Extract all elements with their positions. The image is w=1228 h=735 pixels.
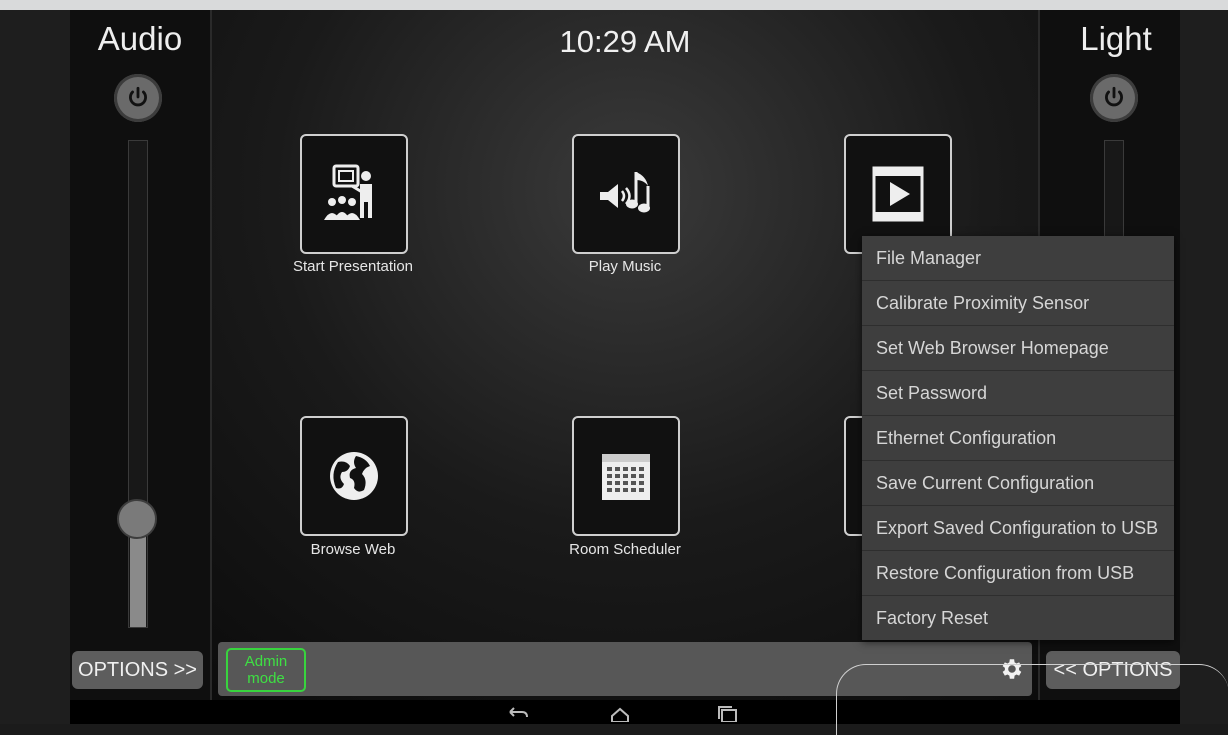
admin-mode-badge[interactable]: Admin mode [226,648,306,692]
left-bezel [0,10,70,724]
play-music-label: Play Music [588,258,662,275]
audio-volume-knob[interactable] [117,499,157,539]
play-music-button[interactable] [572,134,680,254]
globe-icon [330,452,378,500]
browse-web-label: Browse Web [310,541,396,558]
calendar-icon [602,454,650,500]
menu-item-set-password[interactable]: Set Password [862,371,1174,416]
left-options-button[interactable]: OPTIONS >> [72,651,203,689]
menu-item-save-current-configuration[interactable]: Save Current Configuration [862,461,1174,506]
start-presentation-label: Start Presentation [292,258,414,275]
options-menu: File Manager Calibrate Proximity Sensor … [862,236,1174,640]
room-scheduler-label: Room Scheduler [569,541,681,558]
top-bezel [0,0,1228,10]
home-icon[interactable] [608,706,632,722]
audio-title: Audio [97,20,183,57]
light-power-button[interactable] [1090,74,1138,122]
recent-apps-icon[interactable] [716,706,740,722]
audio-power-button[interactable] [114,74,162,122]
back-icon[interactable] [506,706,530,722]
menu-item-file-manager[interactable]: File Manager [862,236,1174,281]
menu-item-calibrate-proximity-sensor[interactable]: Calibrate Proximity Sensor [862,281,1174,326]
device-frame-edge [836,664,1228,735]
power-icon [1105,86,1123,107]
menu-item-ethernet-configuration[interactable]: Ethernet Configuration [862,416,1174,461]
video-film-icon [872,166,924,222]
light-title: Light [1080,20,1152,57]
menu-item-export-configuration-usb[interactable]: Export Saved Configuration to USB [862,506,1174,551]
browse-web-button[interactable] [300,416,408,536]
menu-item-set-web-browser-homepage[interactable]: Set Web Browser Homepage [862,326,1174,371]
power-icon [129,86,147,107]
menu-item-restore-configuration-usb[interactable]: Restore Configuration from USB [862,551,1174,596]
audio-volume-slider[interactable] [128,140,148,628]
audio-panel: Audio OPTIONS >> [70,10,212,700]
right-bezel [1180,10,1228,724]
start-presentation-button[interactable] [300,134,408,254]
music-icon [600,172,650,213]
menu-item-factory-reset[interactable]: Factory Reset [862,596,1174,640]
room-scheduler-button[interactable] [572,416,680,536]
presenter-icon [324,164,372,220]
clock: 10:29 AM [559,24,691,59]
